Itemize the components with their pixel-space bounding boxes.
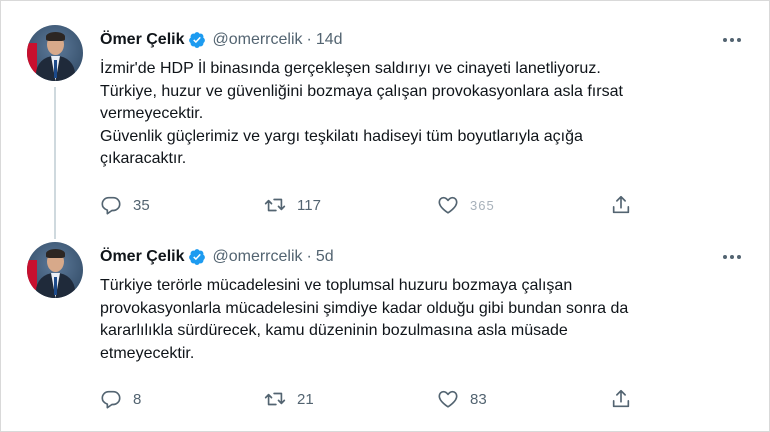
retweet-button[interactable]: 21 (264, 387, 314, 411)
retweet-icon (264, 392, 286, 406)
tweet-header: Ömer Çelik @omerrcelik · 14d (100, 29, 343, 51)
retweet-count: 21 (297, 390, 314, 408)
avatar[interactable] (27, 242, 83, 298)
share-icon (612, 195, 630, 214)
reply-button[interactable]: 8 (100, 387, 141, 411)
like-icon (438, 196, 458, 214)
author-name[interactable]: Ömer Çelik (100, 248, 184, 266)
tweet-text: İzmir'de HDP İl binasında gerçekleşen sa… (100, 58, 740, 171)
tweet-text-line: vermeyecektir. (100, 105, 204, 122)
author-name[interactable]: Ömer Çelik (100, 31, 184, 49)
tweet-text: Türkiye terörle mücadelesini ve toplumsa… (100, 275, 740, 365)
verified-badge-icon (189, 32, 206, 48)
like-button[interactable]: 83 (437, 387, 487, 411)
like-count: 83 (470, 390, 487, 408)
separator-dot: · (306, 31, 312, 48)
reply-count: 35 (133, 196, 150, 214)
tweet-text-line: Güvenlik güçlerimiz ve yargı teşkilatı h… (100, 127, 583, 145)
separator-dot: · (306, 248, 312, 265)
tweet-actions: 35 117 365 (100, 193, 640, 217)
tweet-text-line: provokasyonlarla mücadelesini şimdiye ka… (100, 299, 629, 317)
reply-count: 8 (133, 390, 142, 408)
tweet-text-line: çıkaracaktır. (100, 150, 187, 167)
verified-badge-icon (189, 249, 206, 265)
author-handle[interactable]: @omerrcelik (212, 31, 302, 49)
tweet-text-line: kararlılıkla sürdürecek, kamu düzeninin … (100, 322, 568, 339)
share-icon (612, 389, 630, 408)
like-count: 365 (470, 197, 495, 213)
avatar[interactable] (27, 25, 83, 81)
retweet-button[interactable]: 117 (264, 193, 321, 217)
tweet-text-line: Türkiye terörle mücadelesini ve toplumsa… (100, 277, 573, 294)
more-options-icon[interactable] (721, 246, 743, 268)
share-button[interactable] (610, 387, 643, 411)
more-options-icon[interactable] (721, 29, 743, 51)
like-button[interactable]: 365 (437, 193, 495, 217)
retweet-count: 117 (297, 196, 321, 214)
tweet-timestamp[interactable]: 5d (316, 248, 334, 266)
tweet-1[interactable]: Ömer Çelik @omerrcelik · 14d İzmir'de HD… (0, 0, 770, 232)
tweet-text-line: Türkiye, huzur ve güvenliğini bozmaya ça… (100, 82, 623, 100)
retweet-icon (264, 198, 286, 212)
reply-icon (101, 196, 121, 215)
tweet-header: Ömer Çelik @omerrcelik · 5d (100, 246, 334, 268)
reply-button[interactable]: 35 (100, 193, 150, 217)
tweet-2[interactable]: Ömer Çelik @omerrcelik · 5d Türkiye terö… (0, 232, 770, 432)
tweet-timestamp[interactable]: 14d (316, 31, 343, 49)
reply-icon (101, 390, 121, 409)
share-button[interactable] (610, 193, 643, 217)
like-icon (438, 390, 458, 408)
tweet-text-line: İzmir'de HDP İl binasında gerçekleşen sa… (100, 60, 601, 77)
author-handle[interactable]: @omerrcelik (212, 248, 302, 266)
tweet-text-line: etmeyecektir. (100, 344, 195, 362)
tweet-actions: 8 21 83 (100, 387, 640, 411)
